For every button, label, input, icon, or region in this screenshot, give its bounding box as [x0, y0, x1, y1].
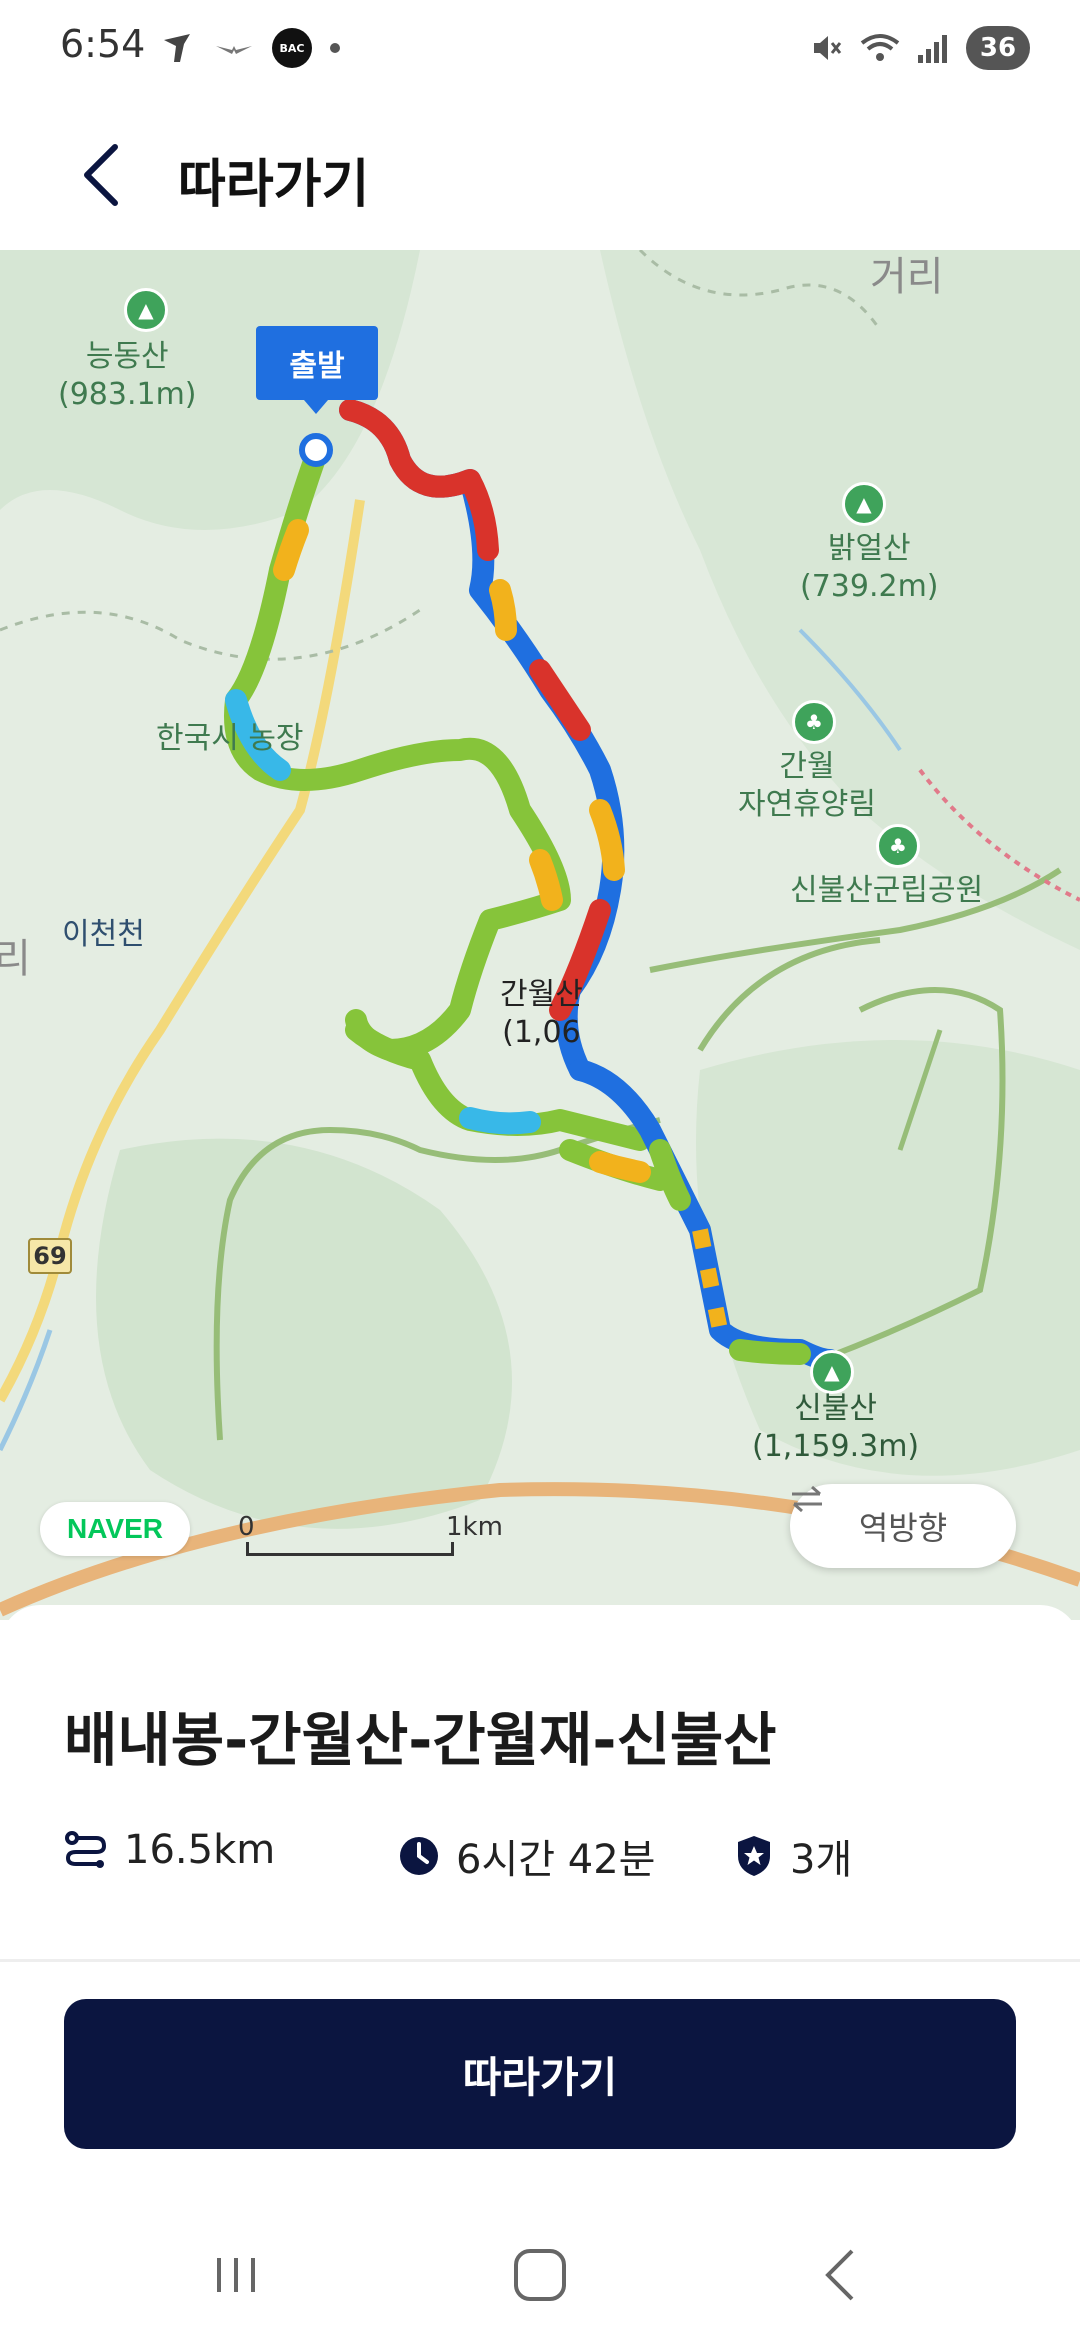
badge-count-stat: 3개 [734, 1827, 852, 1885]
system-nav-bar [0, 2200, 1080, 2340]
route-distance-icon [65, 1831, 107, 1868]
map-label-farm: 한국시 농장 [156, 721, 304, 756]
reverse-direction-label: 역방향 [858, 1509, 948, 1547]
signal-icon [918, 35, 947, 63]
naver-logo: NAVER [40, 1502, 190, 1556]
swap-arrows-icon [792, 1485, 822, 1513]
map-label-ganwol-forest: 간월 자연휴양림 [738, 749, 876, 822]
distance-value: 16.5km [124, 1827, 276, 1873]
forest-icon: ♣ [876, 824, 920, 868]
map-label-icheoncheon: 이천천 [62, 917, 145, 952]
duration-value: 6시간 42분 [456, 1837, 656, 1883]
recent-apps-button[interactable] [196, 2240, 276, 2310]
battery-indicator: 36 [966, 26, 1030, 70]
header: 따라가기 [0, 100, 1080, 250]
reverse-direction-button[interactable]: 역방향 [790, 1484, 1016, 1568]
route-title: 배내봉-간월산-간월재-신불산 [64, 1706, 777, 1774]
start-flag: 출발 [256, 326, 378, 414]
mute-icon [814, 36, 842, 60]
distance-stat: 16.5km [64, 1827, 275, 1873]
mountain-icon: ▲ [810, 1350, 854, 1394]
mountain-icon: ▲ [124, 288, 168, 332]
shield-star-icon [738, 1836, 770, 1876]
back-icon [825, 2249, 854, 2301]
map-label-bakeolsan: 밝얼산 (739.2m) [800, 531, 939, 604]
divider [0, 1959, 1080, 1962]
mountain-icon: ▲ [842, 482, 886, 526]
tmap-icon [164, 34, 190, 62]
more-notifications-dot-icon [330, 43, 340, 53]
wifi-icon [860, 34, 900, 61]
scale-bar [246, 1542, 454, 1556]
route-map[interactable]: 출발 거리 ▲ 능동산 (983.1m) ▲ 밝얼산 (739.2m) 한국시 … [0, 250, 1080, 1620]
clock-icon [400, 1837, 438, 1875]
home-icon [514, 2249, 566, 2301]
follow-button[interactable]: 따라가기 [64, 1999, 1016, 2149]
forest-icon: ♣ [792, 700, 836, 744]
back-button[interactable] [66, 140, 136, 210]
map-label-neungdongsan: 능동산 (983.1m) [58, 339, 197, 412]
brand-wings-icon [216, 46, 252, 54]
duration-stat: 6시간 42분 [398, 1827, 655, 1885]
map-label-edge: 리 [0, 936, 31, 982]
map-label-sinbulsan: 신불산 (1,159.3m) [752, 1391, 920, 1464]
home-button[interactable] [500, 2240, 580, 2310]
bac-app-icon: BAC [272, 28, 312, 68]
status-right: 36 [810, 26, 1030, 70]
road-number-badge: 69 [28, 1238, 72, 1274]
scale-start: 0 [238, 1512, 255, 1542]
map-label-ganwolsan: 간월산 (1,06 [500, 977, 583, 1050]
status-time: 6:54 [60, 22, 146, 66]
chevron-left-icon [84, 144, 118, 206]
map-label-geori: 거리 [870, 254, 944, 300]
page-title: 따라가기 [178, 155, 370, 215]
scale-end: 1km [446, 1512, 503, 1542]
route-stats: 16.5km 6시간 42분 3개 [64, 1827, 1024, 1887]
map-label-sinbul-park: 신불산군립공원 [790, 873, 984, 908]
status-bar: 6:54 BAC 36 [0, 0, 1080, 100]
nav-back-button[interactable] [800, 2240, 880, 2310]
notification-icons: BAC [160, 28, 340, 68]
badge-count-value: 3개 [790, 1837, 853, 1883]
recent-apps-icon [217, 2258, 255, 2292]
